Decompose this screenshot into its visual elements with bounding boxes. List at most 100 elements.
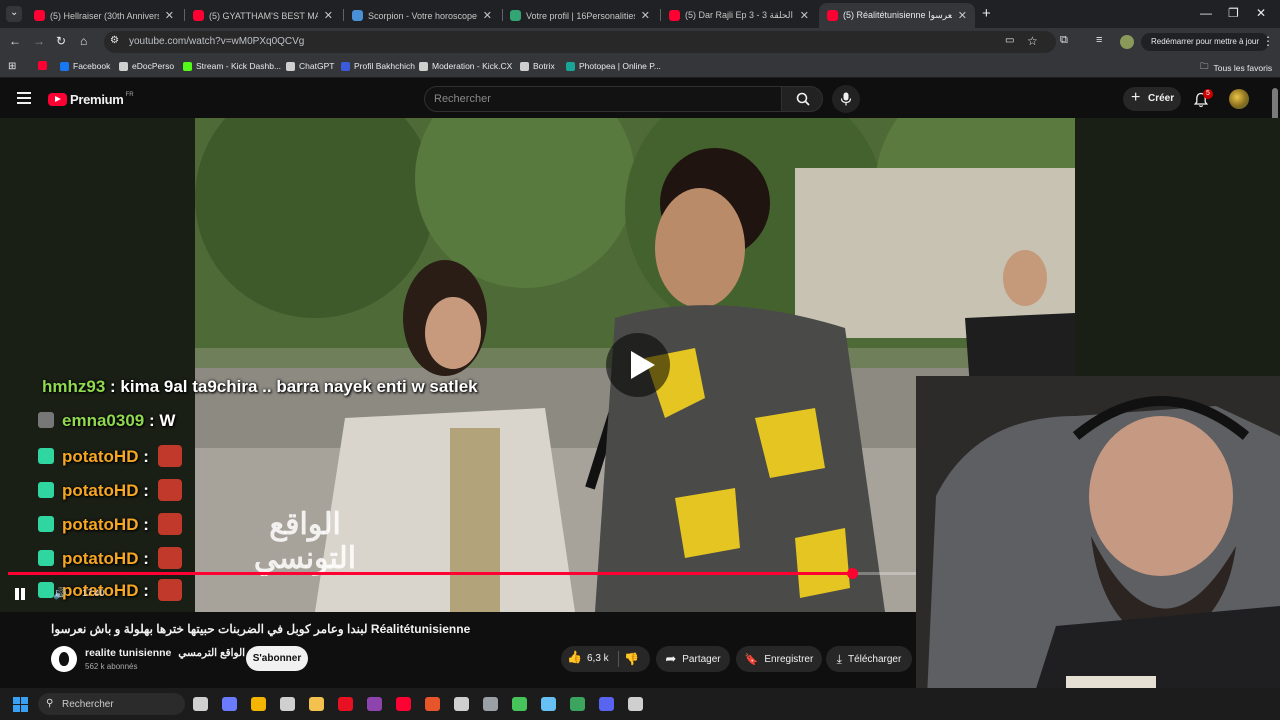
bookmark-item[interactable]: ChatGPT xyxy=(286,61,334,71)
browser-tab[interactable]: (5) Réalitétunisienne نعرسوا ✕ xyxy=(819,3,975,28)
pause-icon xyxy=(15,588,19,600)
chat-message: potatoHD : xyxy=(38,479,182,501)
progress-scrubber[interactable] xyxy=(847,568,858,579)
chrome-icon[interactable] xyxy=(251,697,266,711)
store-icon[interactable] xyxy=(280,697,295,711)
app-red-icon[interactable] xyxy=(338,697,353,711)
chat-emote-icon xyxy=(157,479,182,501)
back-icon[interactable]: ← xyxy=(9,34,21,48)
close-window-icon[interactable]: ✕ xyxy=(1256,6,1266,20)
file-explorer-icon[interactable] xyxy=(193,697,208,711)
bookmark-item[interactable]: Facebook xyxy=(60,61,110,71)
volume-icon[interactable]: 🔊 xyxy=(53,587,67,600)
reload-icon[interactable]: ↻ xyxy=(56,34,66,48)
app-orange-icon[interactable] xyxy=(425,697,440,711)
menu-kebab-icon[interactable]: ⋮ xyxy=(1262,34,1274,48)
copilot-icon[interactable] xyxy=(222,697,237,711)
bookmark-item[interactable]: eDocPerso xyxy=(119,61,174,71)
voice-search-button[interactable] xyxy=(832,85,860,113)
bookmark-item[interactable] xyxy=(38,61,51,70)
chat-username: potatoHD xyxy=(62,447,139,466)
bookmark-item[interactable]: Photopea | Online P... xyxy=(566,61,661,71)
browser-tab[interactable]: (5) Dar Rajli Ep 3 - 3 دار رجلي الحلقة ✕ xyxy=(661,3,817,28)
download-button[interactable]: ⤓ Télécharger xyxy=(826,646,912,672)
account-avatar[interactable] xyxy=(1229,89,1249,109)
restore-icon[interactable]: ❐ xyxy=(1228,6,1239,20)
minimize-icon[interactable]: — xyxy=(1200,6,1212,20)
chat-username: potatoHD xyxy=(62,549,139,568)
channel-avatar[interactable] xyxy=(51,646,77,672)
calculator-icon[interactable] xyxy=(628,697,643,711)
chat-badge-icon xyxy=(38,516,54,532)
restart-to-update-button[interactable]: Redémarrer pour mettre à jour xyxy=(1141,33,1270,51)
youtube-logo[interactable]: Premium FR xyxy=(48,92,134,107)
close-tab-icon[interactable]: ✕ xyxy=(324,9,333,22)
channel-name[interactable]: realite tunisienne الواقع الترمسي ✔ xyxy=(85,647,257,659)
hamburger-menu-icon[interactable] xyxy=(17,92,31,104)
bookmark-item[interactable]: Moderation - Kick.CX xyxy=(419,61,512,71)
youtube-region: FR xyxy=(125,91,134,98)
settings-icon[interactable] xyxy=(483,697,498,711)
close-tab-icon[interactable]: ✕ xyxy=(958,9,967,22)
browser-tab[interactable]: (5) Hellraiser (30th Anniversary ✕ xyxy=(26,3,182,28)
chat-badge-icon xyxy=(38,412,54,428)
tab-favicon-icon xyxy=(669,10,680,21)
bookmark-icon: 🔖 xyxy=(744,653,759,666)
extensions-icon[interactable]: ⧉ xyxy=(1060,34,1068,47)
share-button[interactable]: ➦ Partager xyxy=(656,646,730,672)
like-button[interactable]: 👍 6,3 k xyxy=(566,650,616,668)
obs-icon[interactable] xyxy=(454,697,469,711)
tab-favicon-icon xyxy=(827,10,838,21)
browser-tab[interactable]: Scorpion - Votre horoscope du ✕ xyxy=(344,3,500,28)
youtube-icon[interactable] xyxy=(396,697,411,711)
play-button[interactable] xyxy=(606,333,670,397)
bookmark-item[interactable]: Profil Bakhchich xyxy=(341,61,415,71)
tab-title: (5) Réalitétunisienne نعرسوا xyxy=(843,10,952,20)
profile-avatar[interactable] xyxy=(1120,35,1134,49)
pause-button[interactable] xyxy=(14,588,28,600)
windows-start-icon[interactable] xyxy=(13,697,28,712)
chat-separator: : xyxy=(138,549,154,568)
browser-tab[interactable]: Votre profil | 16Personalities ✕ xyxy=(502,3,658,28)
steam-icon[interactable] xyxy=(541,697,556,711)
tab-favicon-icon xyxy=(510,10,521,21)
download-icon: ⤓ xyxy=(836,651,842,666)
app-green2-icon[interactable] xyxy=(570,697,585,711)
all-bookmarks-link[interactable]: 🗀 Tous les favoris xyxy=(1200,61,1272,75)
dislike-button[interactable]: 👎 xyxy=(624,650,644,668)
bookmark-star-icon[interactable]: ☆ xyxy=(1027,34,1038,48)
channel-logo-icon xyxy=(59,652,69,666)
bookmark-favicon-icon xyxy=(520,61,529,71)
close-tab-icon[interactable]: ✕ xyxy=(800,9,809,22)
bookmark-item[interactable]: Stream - Kick Dashb... xyxy=(183,61,281,71)
app-green-icon[interactable] xyxy=(512,697,527,711)
media-controls-icon[interactable]: ≡ xyxy=(1096,34,1102,46)
save-button[interactable]: 🔖 Enregistrer xyxy=(736,646,822,672)
bookmark-favicon-icon xyxy=(286,61,295,71)
subscriber-count: 562 k abonnés xyxy=(85,662,138,671)
app-purple-icon[interactable] xyxy=(367,697,382,711)
microphone-icon xyxy=(840,92,852,106)
bookmark-favicon-icon xyxy=(341,61,350,71)
folder-icon[interactable] xyxy=(309,697,324,711)
apps-grid-icon[interactable]: ⊞ xyxy=(8,61,16,72)
discord-icon[interactable] xyxy=(599,697,614,711)
browser-tab[interactable]: (5) GYATTHAM'S BEST MAGIC RE ✕ xyxy=(185,3,341,28)
close-tab-icon[interactable]: ✕ xyxy=(641,9,650,22)
home-icon[interactable]: ⌂ xyxy=(80,34,87,48)
close-tab-icon[interactable]: ✕ xyxy=(165,9,174,22)
forward-icon[interactable]: → xyxy=(33,34,45,48)
bookmark-label: Moderation - Kick.CX xyxy=(432,61,513,71)
bookmark-item[interactable]: Botrix xyxy=(520,61,555,71)
search-button[interactable] xyxy=(781,86,823,112)
chat-separator: : xyxy=(144,411,160,430)
subscribe-button[interactable]: S'abonner xyxy=(246,646,308,671)
notifications-button[interactable]: 5 xyxy=(1192,89,1213,110)
cast-icon[interactable]: ▭ xyxy=(1005,35,1014,46)
create-button[interactable]: + Créer xyxy=(1123,87,1181,111)
chat-emote-icon xyxy=(157,547,182,569)
new-tab-button[interactable]: + xyxy=(982,5,991,22)
site-info-icon[interactable]: ⚙ xyxy=(110,35,119,46)
close-tab-icon[interactable]: ✕ xyxy=(483,9,492,22)
chat-separator: : xyxy=(138,515,154,534)
